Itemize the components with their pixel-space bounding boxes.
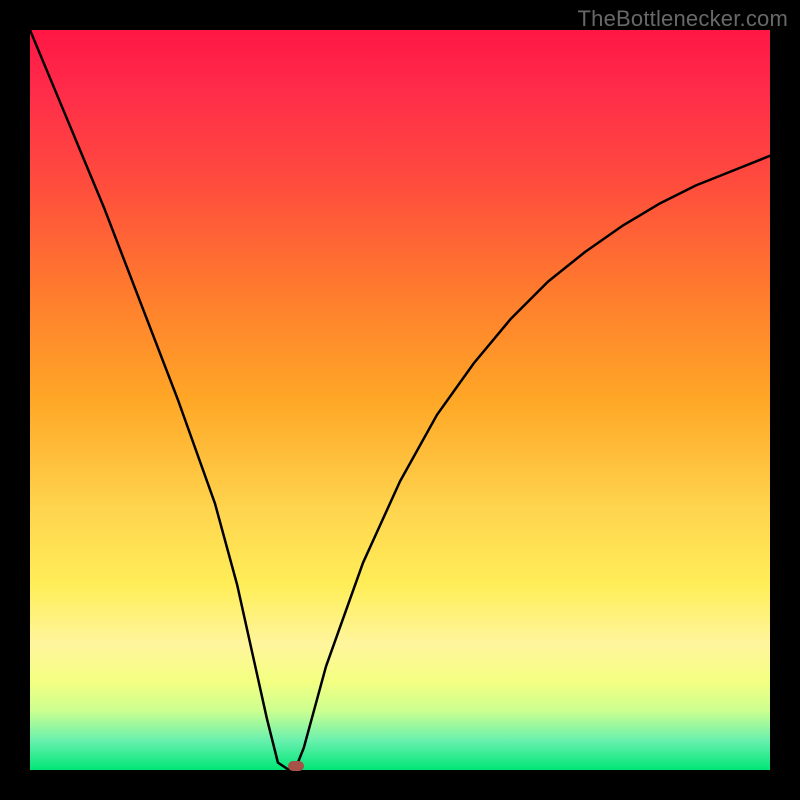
- bottleneck-curve: [30, 30, 770, 770]
- plot-area: [30, 30, 770, 770]
- optimal-point-marker: [288, 761, 304, 771]
- watermark-text: TheBottlenecker.com: [578, 6, 788, 32]
- chart-frame: [30, 30, 770, 770]
